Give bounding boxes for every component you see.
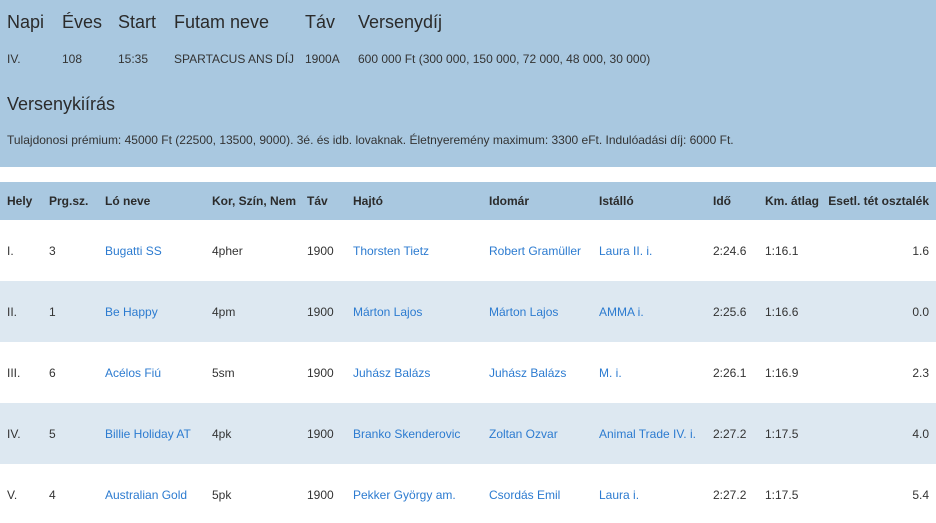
column-header-tav: Táv bbox=[307, 194, 328, 208]
cell-prg-sz: 4 bbox=[49, 488, 56, 502]
cell-kor-szin-nem: 4pk bbox=[212, 427, 232, 441]
race-value-start: 15:35 bbox=[118, 52, 149, 66]
race-value-eves: 108 bbox=[62, 52, 83, 66]
column-header-km-atlag: Km. átlag bbox=[765, 194, 820, 208]
cell-ido: 2:24.6 bbox=[713, 244, 747, 258]
cell-km-atlag: 1:17.5 bbox=[765, 427, 799, 441]
table-row: II. 1 Be Happy 4pm 1900 Márton Lajos Már… bbox=[0, 281, 936, 342]
cell-hely: III. bbox=[7, 366, 21, 380]
column-header-hajto: Hajtó bbox=[353, 194, 383, 208]
horse-name-link[interactable]: Australian Gold bbox=[105, 488, 187, 502]
cell-ido: 2:27.2 bbox=[713, 427, 747, 441]
cell-tav: 1900 bbox=[307, 305, 334, 319]
table-row: IV. 5 Billie Holiday AT 4pk 1900 Branko … bbox=[0, 403, 936, 464]
stable-link[interactable]: Laura i. bbox=[599, 488, 639, 502]
race-header-napi: Napi bbox=[7, 12, 45, 32]
cell-ido: 2:27.2 bbox=[713, 488, 747, 502]
stable-link[interactable]: Animal Trade IV. i. bbox=[599, 427, 696, 441]
conditions-title: Versenykiírás bbox=[7, 94, 116, 114]
trainer-link[interactable]: Csordás Emil bbox=[489, 488, 560, 502]
race-value-napi: IV. bbox=[7, 52, 21, 66]
cell-kor-szin-nem: 5pk bbox=[212, 488, 232, 502]
cell-tav: 1900 bbox=[307, 244, 334, 258]
driver-link[interactable]: Pekker György am. bbox=[353, 488, 456, 502]
stable-link[interactable]: AMMA i. bbox=[599, 305, 644, 319]
cell-km-atlag: 1:16.1 bbox=[765, 244, 799, 258]
race-header-eves: Éves bbox=[62, 12, 103, 32]
stable-link[interactable]: M. i. bbox=[599, 366, 622, 380]
cell-osztalek: 0.0 bbox=[912, 305, 929, 319]
column-header-ido: Idő bbox=[713, 194, 731, 208]
horse-name-link[interactable]: Acélos Fiú bbox=[105, 366, 161, 380]
cell-km-atlag: 1:17.5 bbox=[765, 488, 799, 502]
cell-hely: IV. bbox=[7, 427, 21, 441]
conditions-text: Tulajdonosi prémium: 45000 Ft (22500, 13… bbox=[7, 133, 734, 147]
cell-kor-szin-nem: 4pher bbox=[212, 244, 243, 258]
race-header-tav: Táv bbox=[305, 12, 336, 32]
driver-link[interactable]: Márton Lajos bbox=[353, 305, 422, 319]
driver-link[interactable]: Juhász Balázs bbox=[353, 366, 430, 380]
results-table: Hely Prg.sz. Ló neve Kor, Szín, Nem Táv … bbox=[0, 182, 936, 523]
driver-link[interactable]: Branko Skenderovic bbox=[353, 427, 460, 441]
race-header-start: Start bbox=[118, 12, 157, 32]
cell-kor-szin-nem: 5sm bbox=[212, 366, 235, 380]
cell-hely: I. bbox=[7, 244, 14, 258]
cell-prg-sz: 3 bbox=[49, 244, 56, 258]
table-row: III. 6 Acélos Fiú 5sm 1900 Juhász Balázs… bbox=[0, 342, 936, 403]
race-info-panel: Napi Éves Start Futam neve Táv Versenydí… bbox=[0, 0, 936, 167]
column-header-hely: Hely bbox=[7, 194, 33, 208]
race-header-versenydij: Versenydíj bbox=[358, 12, 443, 32]
trainer-link[interactable]: Márton Lajos bbox=[489, 305, 558, 319]
cell-ido: 2:26.1 bbox=[713, 366, 747, 380]
column-header-idomar: Idomár bbox=[489, 194, 530, 208]
column-header-osztalek: Esetl. tét osztalék bbox=[828, 194, 929, 208]
cell-tav: 1900 bbox=[307, 366, 334, 380]
column-header-prg-sz: Prg.sz. bbox=[49, 194, 89, 208]
cell-prg-sz: 6 bbox=[49, 366, 56, 380]
race-value-tav: 1900A bbox=[305, 52, 340, 66]
column-header-istallo: Istálló bbox=[599, 194, 634, 208]
cell-kor-szin-nem: 4pm bbox=[212, 305, 236, 319]
cell-prg-sz: 5 bbox=[49, 427, 56, 441]
table-row: I. 3 Bugatti SS 4pher 1900 Thorsten Tiet… bbox=[0, 220, 936, 281]
cell-osztalek: 2.3 bbox=[912, 366, 929, 380]
column-header-lo-neve: Ló neve bbox=[105, 194, 151, 208]
cell-hely: II. bbox=[7, 305, 18, 319]
cell-osztalek: 1.6 bbox=[912, 244, 929, 258]
results-table-header: Hely Prg.sz. Ló neve Kor, Szín, Nem Táv … bbox=[0, 182, 936, 220]
race-header-futam-neve: Futam neve bbox=[174, 12, 270, 32]
cell-osztalek: 4.0 bbox=[912, 427, 929, 441]
table-row: V. 4 Australian Gold 5pk 1900 Pekker Gyö… bbox=[0, 464, 936, 523]
cell-osztalek: 5.4 bbox=[912, 488, 929, 502]
stable-link[interactable]: Laura II. i. bbox=[599, 244, 652, 258]
trainer-link[interactable]: Juhász Balázs bbox=[489, 366, 566, 380]
cell-km-atlag: 1:16.6 bbox=[765, 305, 799, 319]
race-value-versenydij: 600 000 Ft (300 000, 150 000, 72 000, 48… bbox=[358, 52, 651, 66]
cell-prg-sz: 1 bbox=[49, 305, 56, 319]
trainer-link[interactable]: Robert Gramüller bbox=[489, 244, 581, 258]
race-value-futam-neve: SPARTACUS ANS DÍJ bbox=[174, 52, 295, 66]
driver-link[interactable]: Thorsten Tietz bbox=[353, 244, 429, 258]
cell-km-atlag: 1:16.9 bbox=[765, 366, 799, 380]
horse-name-link[interactable]: Bugatti SS bbox=[105, 244, 162, 258]
horse-name-link[interactable]: Billie Holiday AT bbox=[105, 427, 191, 441]
cell-ido: 2:25.6 bbox=[713, 305, 747, 319]
column-header-kor-szin-nem: Kor, Szín, Nem bbox=[212, 194, 297, 208]
cell-hely: V. bbox=[7, 488, 18, 502]
cell-tav: 1900 bbox=[307, 488, 334, 502]
cell-tav: 1900 bbox=[307, 427, 334, 441]
horse-name-link[interactable]: Be Happy bbox=[105, 305, 158, 319]
trainer-link[interactable]: Zoltan Ozvar bbox=[489, 427, 558, 441]
